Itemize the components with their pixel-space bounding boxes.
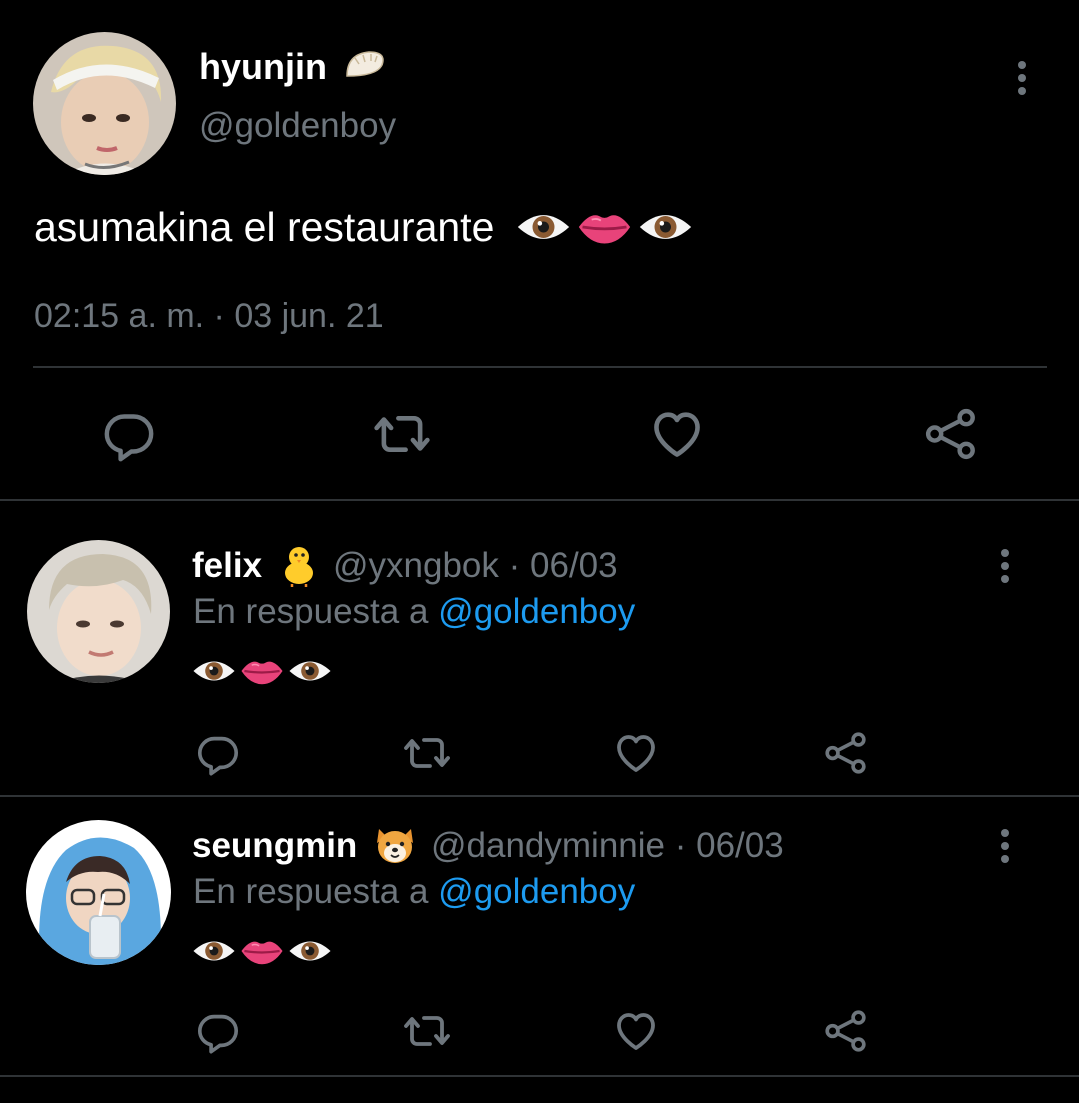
reply-text	[192, 655, 332, 687]
main-tweet: hyunjin @goldenboy asumakina el restaura…	[0, 0, 1079, 501]
display-name-text[interactable]: hyunjin	[199, 46, 327, 87]
tweet-text-body: asumakina el restaurante	[34, 204, 495, 250]
reply-prefix: En respuesta a	[193, 592, 429, 631]
avatar-hyunjin[interactable]	[33, 32, 176, 175]
user-handle[interactable]: @goldenboy	[199, 106, 396, 146]
lips-icon	[577, 208, 632, 246]
avatar-felix[interactable]	[27, 540, 170, 683]
retweet-icon	[402, 729, 452, 777]
retweet-button[interactable]	[401, 729, 453, 777]
dumpling-icon	[346, 51, 384, 78]
reply-context: En respuesta a @goldenboy	[193, 592, 635, 632]
display-name-text[interactable]: felix	[192, 546, 262, 585]
reply-button[interactable]	[194, 729, 242, 777]
retweet-icon	[372, 405, 432, 463]
chick-icon	[284, 546, 313, 587]
more-icon[interactable]	[985, 541, 1025, 591]
reply-date: · 06/03	[508, 546, 618, 585]
eye-icon	[192, 935, 236, 967]
reply-button[interactable]	[194, 1007, 242, 1055]
share-icon	[823, 1008, 869, 1054]
display-name[interactable]: hyunjin	[199, 46, 387, 88]
reply-icon	[195, 1008, 241, 1054]
heart-icon	[648, 405, 706, 463]
reply-tweet[interactable]: seungmin @dandyminnie · 06/03 En respues…	[0, 797, 1079, 1079]
eye-icon	[288, 655, 332, 687]
display-name[interactable]: felix	[192, 546, 320, 587]
reply-prefix: En respuesta a	[193, 872, 429, 911]
eye-icon	[288, 935, 332, 967]
tweet-emojis	[516, 208, 693, 246]
avatar-seungmin[interactable]	[26, 820, 171, 965]
heart-icon	[612, 1007, 660, 1055]
like-button[interactable]	[612, 729, 660, 777]
share-icon	[923, 406, 979, 462]
reply-date: · 06/03	[674, 826, 784, 865]
reply-mention-link[interactable]: @goldenboy	[438, 592, 635, 631]
user-handle: @dandyminnie · 06/03	[431, 826, 784, 866]
eye-icon	[192, 655, 236, 687]
heart-icon	[612, 729, 660, 777]
display-name[interactable]: seungmin	[192, 826, 417, 867]
retweet-button[interactable]	[371, 405, 433, 463]
reply-tweet[interactable]: felix @yxngbok · 06/03 En respuesta a @g…	[0, 501, 1079, 797]
reply-icon	[195, 730, 241, 776]
display-name-text[interactable]: seungmin	[192, 826, 357, 865]
share-button[interactable]	[822, 729, 870, 777]
eye-icon	[516, 208, 571, 246]
share-icon	[823, 730, 869, 776]
like-button[interactable]	[612, 1007, 660, 1055]
share-button[interactable]	[922, 405, 980, 463]
like-button[interactable]	[648, 405, 706, 463]
reply-button[interactable]	[100, 405, 158, 463]
eye-icon	[638, 208, 693, 246]
reply-context: En respuesta a @goldenboy	[193, 872, 635, 912]
reply-mention-link[interactable]: @goldenboy	[438, 872, 635, 911]
more-icon[interactable]	[1002, 53, 1042, 103]
retweet-button[interactable]	[401, 1007, 453, 1055]
reply-text	[192, 935, 332, 967]
share-button[interactable]	[822, 1007, 870, 1055]
divider	[33, 366, 1047, 368]
tweet-text: asumakina el restaurante	[34, 204, 693, 251]
retweet-icon	[402, 1007, 452, 1055]
user-handle-text[interactable]: @yxngbok	[333, 546, 499, 585]
tweet-timestamp[interactable]: 02:15 a. m. · 03 jun. 21	[34, 297, 384, 336]
lips-icon	[240, 655, 284, 687]
dog-icon	[377, 828, 414, 863]
lips-icon	[240, 935, 284, 967]
user-handle-text[interactable]: @dandyminnie	[431, 826, 665, 865]
user-handle: @yxngbok · 06/03	[333, 546, 618, 586]
divider	[0, 1075, 1079, 1077]
reply-icon	[101, 406, 157, 462]
more-icon[interactable]	[985, 821, 1025, 871]
